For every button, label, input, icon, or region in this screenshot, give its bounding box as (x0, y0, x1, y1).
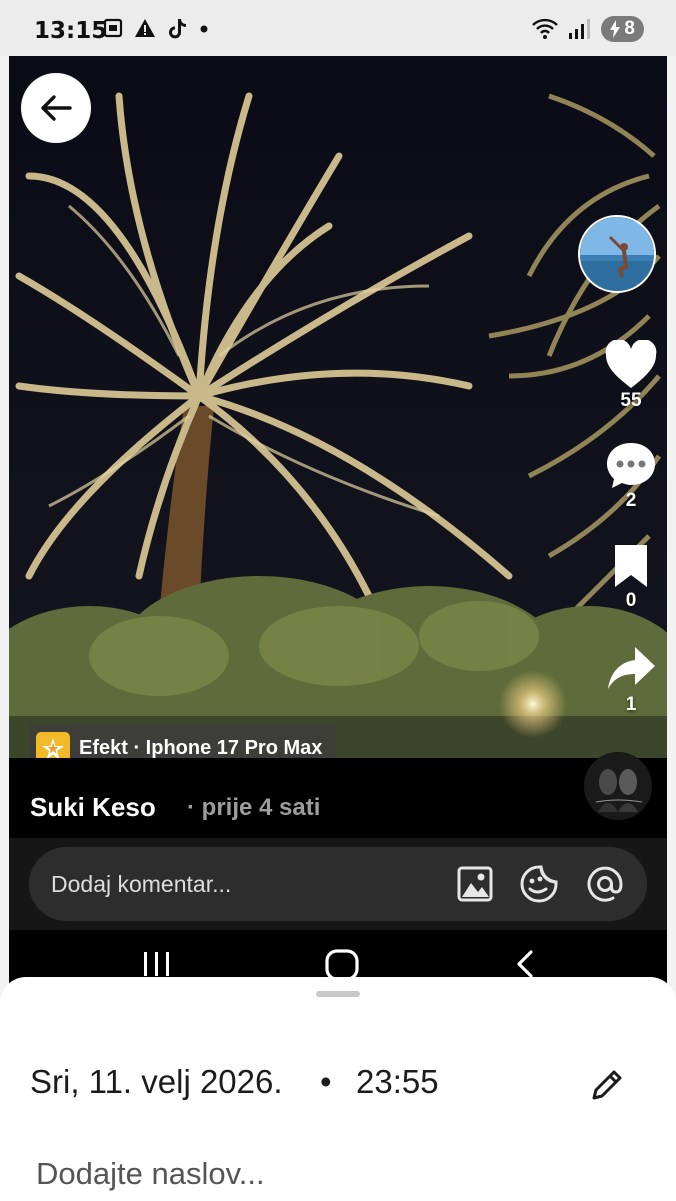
creator-avatar[interactable] (578, 215, 656, 293)
sticker-icon[interactable] (519, 864, 559, 904)
warning-icon (135, 19, 155, 37)
like-button[interactable]: 55 (593, 340, 667, 412)
screenshot-icon (103, 18, 123, 38)
image-icon[interactable] (455, 864, 495, 904)
charging-icon (610, 20, 621, 38)
pencil-icon (592, 1070, 622, 1100)
signal-icon (569, 19, 591, 39)
author-name[interactable]: Suki Keso (30, 792, 156, 823)
tiktok-icon (169, 19, 186, 39)
battery-level: 8 (624, 18, 635, 39)
capture-date: Sri, 11. velj 2026. (30, 1063, 283, 1100)
share-icon (608, 647, 655, 689)
bookmark-button[interactable]: 0 (593, 542, 667, 612)
edit-button[interactable] (585, 1063, 629, 1107)
back-button[interactable] (21, 73, 91, 143)
music-disc[interactable] (584, 752, 652, 820)
recent-apps-icon (144, 952, 169, 976)
share-button[interactable]: 1 (593, 644, 667, 716)
effect-label: Efekt · Iphone 17 Pro Max (79, 737, 323, 759)
video-player[interactable]: 55 2 0 1 (9, 56, 667, 758)
home-icon (325, 949, 359, 981)
status-bar: 13:15 8 (0, 0, 676, 56)
like-count: 55 (620, 390, 642, 411)
status-right-icons: 8 (531, 16, 644, 42)
music-cover-image (584, 752, 652, 820)
share-count: 1 (625, 694, 637, 715)
bookmark-icon (615, 545, 647, 587)
status-left-icons (102, 17, 210, 39)
comment-count: 2 (625, 490, 637, 511)
date-time-separator: • (320, 1063, 332, 1100)
mention-icon[interactable] (585, 864, 625, 904)
comment-input[interactable]: Dodaj komentar... (29, 847, 647, 921)
sheet-drag-handle[interactable] (316, 991, 360, 997)
details-sheet: Sri, 11. velj 2026. • 23:55 Dodajte nasl… (0, 977, 676, 1201)
avatar-image (580, 217, 654, 291)
heart-icon (605, 340, 657, 388)
wifi-icon (532, 18, 559, 39)
comment-bar: Dodaj komentar... (9, 838, 667, 930)
video-frame-image (9, 56, 667, 758)
battery-indicator: 8 (601, 16, 644, 42)
bookmark-count: 0 (625, 590, 637, 611)
dot-icon (200, 25, 208, 33)
chevron-left-icon (517, 950, 533, 978)
arrow-left-icon (41, 95, 72, 121)
video-info-bar: Suki Keso · prije 4 sati (9, 758, 667, 840)
post-time-ago: · prije 4 sati (187, 794, 321, 821)
capture-time: 23:55 (356, 1063, 439, 1100)
status-time: 13:15 (34, 18, 108, 44)
comment-icon (607, 443, 655, 488)
comment-button[interactable]: 2 (593, 440, 667, 512)
title-input[interactable]: Dodajte naslov... (36, 1156, 265, 1192)
comment-placeholder: Dodaj komentar... (51, 871, 232, 897)
